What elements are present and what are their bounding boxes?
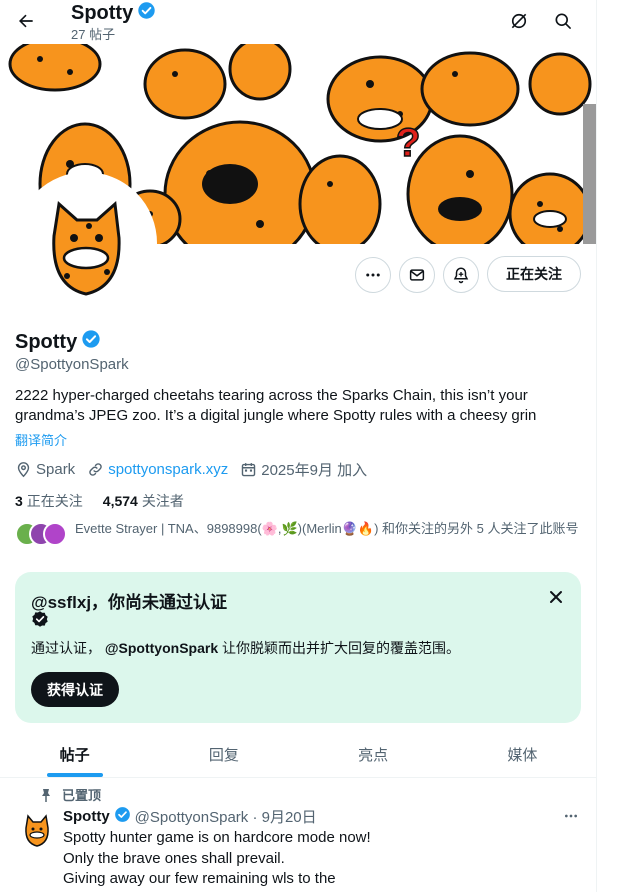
tab-highlights[interactable]: 亮点 <box>299 731 448 777</box>
tweet-author-name[interactable]: Spotty <box>63 808 110 825</box>
bell-plus-icon <box>453 267 469 284</box>
profile-meta: Spark spottyonspark.xyz 2025年9月 加入 <box>15 459 379 479</box>
joined-item: 2025年9月 加入 <box>240 459 367 480</box>
profile-column: Spotty 27 帖子 ? 正在关注 Spotty @SpottyonSpar… <box>0 0 597 892</box>
tab-replies[interactable]: 回复 <box>149 731 298 777</box>
profile-bio: 2222 hyper-charged cheetahs tearing acro… <box>15 387 537 424</box>
followers-stat[interactable]: 4,574 关注者 <box>103 491 184 511</box>
website-link[interactable]: spottyonspark.xyz <box>108 461 228 478</box>
verification-desc-handle: @SpottyonSpark <box>104 640 219 656</box>
pinned-label-row: 已置顶 <box>40 785 101 804</box>
pin-icon <box>42 788 50 802</box>
search-icon[interactable] <box>547 5 579 37</box>
verification-title: @ssflxj，你尚未通过认证 <box>31 593 228 612</box>
top-bar: Spotty 27 帖子 <box>0 0 596 44</box>
verification-prompt-card: @ssflxj，你尚未通过认证 通过认证， @SpottyonSpark 让你脱… <box>15 572 581 723</box>
following-button[interactable]: 正在关注 <box>487 256 581 292</box>
verified-badge-icon[interactable] <box>81 329 101 355</box>
svg-text:?: ? <box>396 121 420 165</box>
followers-you-know[interactable]: Evette Strayer | TNA、9898998(🌸,🌿)(Merlin… <box>15 521 590 547</box>
more-horizontal-icon <box>366 273 380 277</box>
location-pin-icon <box>17 461 30 477</box>
get-verified-button[interactable]: 获得认证 <box>31 672 119 707</box>
envelope-icon <box>409 269 425 281</box>
tab-label: 回复 <box>208 746 239 764</box>
joined-text: 2025年9月 加入 <box>261 461 368 479</box>
page-scrollbar[interactable] <box>598 0 624 892</box>
avatar <box>43 522 67 546</box>
tab-label: 媒体 <box>507 746 538 764</box>
more-options-button[interactable] <box>355 257 391 293</box>
location-item: Spark <box>15 461 75 478</box>
profile-tabs: 帖子 回复 亮点 媒体 <box>0 731 596 778</box>
following-stat[interactable]: 3 正在关注 <box>15 491 83 511</box>
profile-name: Spotty <box>15 330 78 353</box>
tweet-handle-date[interactable]: @SpottyonSpark · 9月20日 <box>135 806 317 827</box>
verified-check-icon <box>31 610 49 633</box>
more-horizontal-icon[interactable] <box>560 806 582 826</box>
tab-label: 帖子 <box>59 746 90 764</box>
close-icon[interactable] <box>545 586 567 608</box>
verification-description: 通过认证， @SpottyonSpark 让你脱颖而出并扩大回复的覆盖范围。 <box>31 638 460 658</box>
header-title: Spotty <box>71 1 156 26</box>
tweet-avatar[interactable] <box>17 810 57 850</box>
header-name: Spotty <box>71 2 134 24</box>
translate-bio-link[interactable]: 翻译简介 <box>15 430 67 449</box>
profile-name-row: Spotty <box>15 329 101 355</box>
followers-count: 4,574 <box>102 493 138 509</box>
verification-desc-prefix: 通过认证， <box>31 640 101 656</box>
link-icon <box>89 462 102 476</box>
tab-media[interactable]: 媒体 <box>448 731 596 777</box>
followers-label: 关注者 <box>141 493 184 509</box>
grok-icon[interactable] <box>503 5 535 37</box>
following-label: 正在关注 <box>26 493 83 509</box>
verified-badge-icon <box>137 1 156 26</box>
followers-you-know-text: Evette Strayer | TNA、9898998(🌸,🌿)(Merlin… <box>75 521 579 536</box>
active-tab-indicator <box>46 773 103 777</box>
verification-desc-suffix: 让你脱颖而出并扩大回复的覆盖范围。 <box>222 640 460 656</box>
notifications-button[interactable] <box>443 257 479 293</box>
tweet-header: Spotty @SpottyonSpark · 9月20日 <box>63 806 317 827</box>
follow-stats: 3 正在关注 4,574 关注者 <box>15 491 204 511</box>
profile-handle: @SpottyonSpark <box>15 356 129 373</box>
verified-badge-icon <box>114 806 131 827</box>
followers-avatars <box>15 521 73 547</box>
pinned-label: 已置顶 <box>62 788 102 803</box>
tab-posts[interactable]: 帖子 <box>0 731 149 777</box>
header-post-count: 27 帖子 <box>71 27 116 42</box>
profile-avatar[interactable] <box>15 172 157 314</box>
tweet-text: Spotty hunter game is on hardcore mode n… <box>63 829 371 887</box>
website-item: spottyonspark.xyz <box>87 461 228 478</box>
tab-label: 亮点 <box>358 746 389 764</box>
back-arrow-icon[interactable] <box>10 5 42 37</box>
following-count: 3 <box>15 493 23 509</box>
message-button[interactable] <box>399 257 435 293</box>
location-text: Spark <box>36 460 76 478</box>
calendar-icon <box>242 462 256 476</box>
